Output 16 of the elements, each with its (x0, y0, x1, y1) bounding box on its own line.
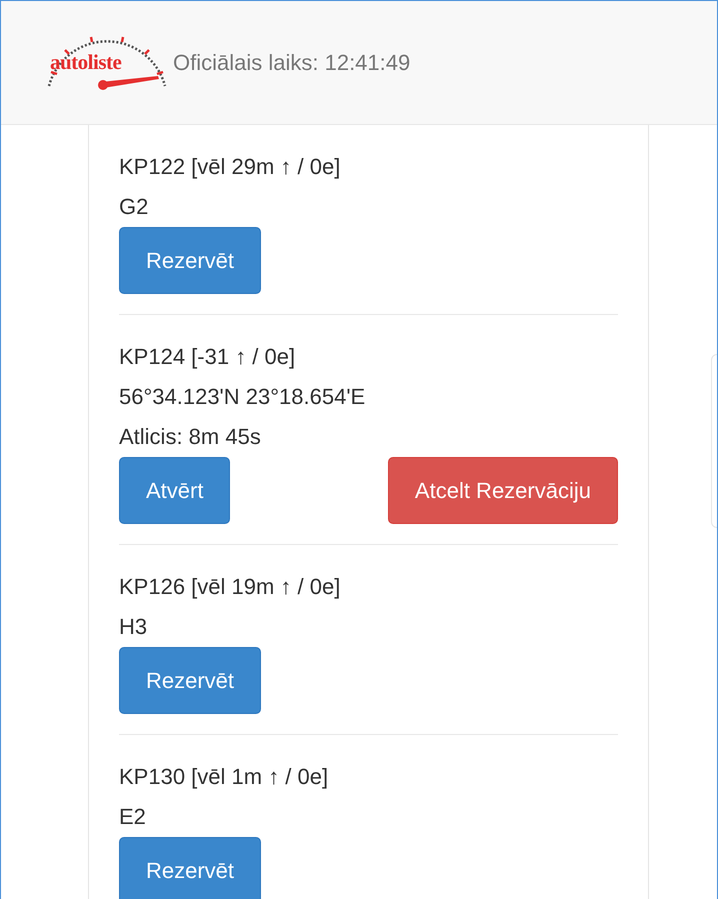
cancel-button[interactable]: Atcelt Rezervāciju (388, 457, 618, 524)
checkpoint-info: G2 (119, 193, 150, 221)
checkpoint-info: Atlicis: 8m 45s (119, 423, 262, 451)
action-button[interactable]: Rezervēt (119, 837, 262, 899)
checkpoint-info: 56°34.123'N 23°18.654'E (119, 383, 366, 411)
action-button[interactable]: Rezervēt (119, 647, 262, 714)
official-time: Oficiālais laiks: 12:41:49 (173, 50, 410, 76)
checkpoint-info: E2 (119, 803, 147, 831)
checkpoint-title: KP126 [vēl 19m ↑ / 0e] (119, 573, 342, 601)
action-button[interactable]: Rezervēt (119, 227, 262, 294)
checkpoint-title: KP122 [vēl 29m ↑ / 0e] (119, 153, 342, 181)
action-button[interactable]: Atvērt (119, 457, 230, 524)
checkpoint-info: H3 (119, 613, 148, 641)
logo-text: autoliste (50, 50, 122, 74)
checkpoint-title: KP124 [-31 ↑ / 0e] (119, 343, 296, 371)
checkpoint-title: KP130 [vēl 1m ↑ / 0e] (119, 763, 330, 791)
